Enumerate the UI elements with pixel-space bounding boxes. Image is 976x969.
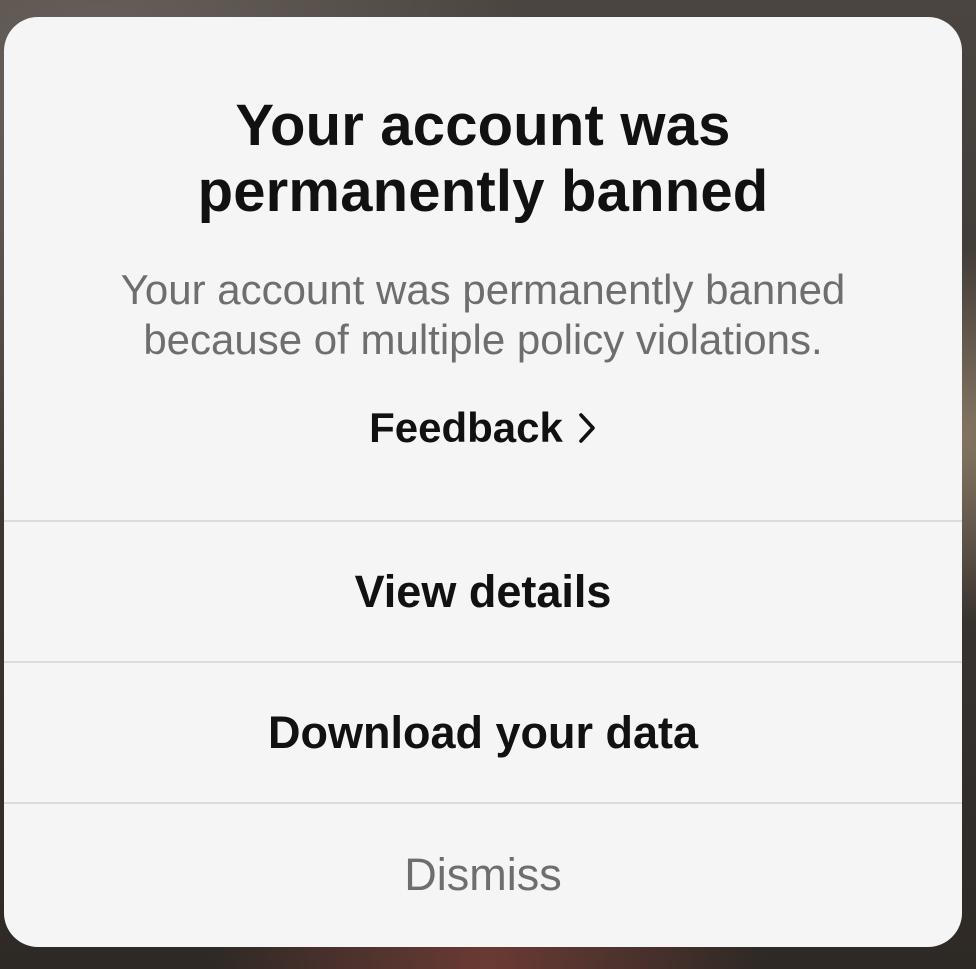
feedback-label: Feedback <box>369 404 563 451</box>
dialog-header: Your account was permanently banned Your… <box>4 17 962 520</box>
dialog-title-line-1: Your account was <box>235 93 731 158</box>
dialog-message-line-2: because of multiple policy violations. <box>143 316 823 363</box>
view-details-label: View details <box>354 565 612 617</box>
dialog-title-line-2: permanently banned <box>197 159 769 224</box>
view-details-button[interactable]: View details <box>4 520 962 661</box>
dismiss-label: Dismiss <box>404 848 562 900</box>
feedback-link[interactable]: Feedback <box>369 403 597 453</box>
dismiss-button[interactable]: Dismiss <box>4 802 962 945</box>
chevron-right-icon <box>579 413 595 443</box>
account-banned-dialog: Your account was permanently banned Your… <box>4 17 962 947</box>
download-data-button[interactable]: Download your data <box>4 661 962 802</box>
dialog-message-line-1: Your account was permanently banned <box>120 266 846 313</box>
dialog-title: Your account was permanently banned <box>4 17 962 225</box>
download-data-label: Download your data <box>267 706 699 758</box>
dialog-message: Your account was permanently banned beca… <box>64 265 902 365</box>
